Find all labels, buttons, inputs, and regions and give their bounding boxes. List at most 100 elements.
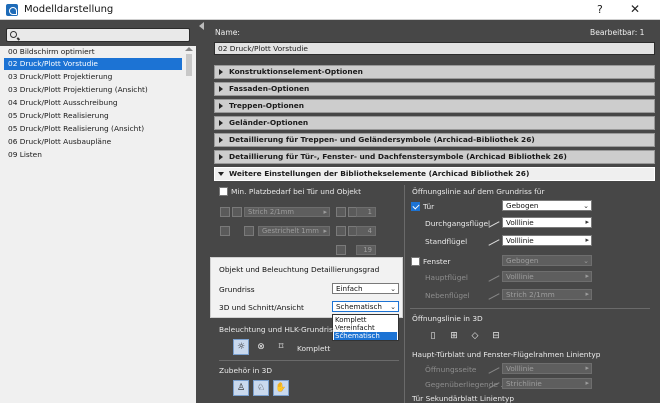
- 3d-section-select[interactable]: Schematisch ⌄: [332, 301, 399, 312]
- column-divider: [404, 185, 405, 403]
- pen-number-field: 19: [356, 245, 376, 255]
- opposite-side-linetype: Strichlinie: [502, 378, 592, 389]
- accessory-icon[interactable]: ✋: [273, 380, 289, 396]
- section-label: Detaillierung für Treppen- und Geländers…: [229, 135, 535, 144]
- section-label: Weitere Einstellungen der Bibliotheksele…: [229, 169, 530, 178]
- section-label: Treppen-Optionen: [229, 101, 305, 110]
- collapse-triangle-icon: [218, 172, 224, 176]
- section-door-window-detail[interactable]: Detaillierung für Tür-, Fenster- und Dac…: [214, 150, 655, 164]
- list-item[interactable]: 05 Druck/Plott Realisierung (Ansicht): [4, 123, 182, 135]
- title-bar: Modelldarstellung ? ✕: [0, 0, 660, 20]
- line-style-icon: [487, 271, 501, 281]
- door-select[interactable]: Gebogen ⌄: [502, 200, 592, 211]
- min-frame-checkbox[interactable]: [219, 187, 228, 196]
- expand-triangle-icon: [219, 154, 223, 160]
- chevron-down-icon: ⌄: [583, 202, 589, 210]
- detail-level-panel: Objekt und Beleuchtung Detaillierungsgra…: [210, 257, 403, 318]
- expand-triangle-icon: [219, 137, 223, 143]
- section-library-settings[interactable]: Weitere Einstellungen der Bibliotheksele…: [214, 167, 655, 181]
- help-button[interactable]: ?: [597, 3, 603, 16]
- section-railing-options[interactable]: Geländer-Optionen: [214, 116, 655, 130]
- pass-wing-linetype[interactable]: Volllinie: [502, 217, 592, 228]
- pen-number-field: 4: [356, 226, 376, 236]
- fixed-wing-linetype[interactable]: Volllinie: [502, 235, 592, 246]
- accessory-icon[interactable]: ♙: [233, 380, 249, 396]
- section-label: Geländer-Optionen: [229, 118, 309, 127]
- chevron-down-icon: ⌄: [583, 257, 589, 265]
- window-3d-icon[interactable]: ⊞: [446, 328, 462, 344]
- pen-icon: [336, 207, 346, 217]
- archicad-app-icon: [6, 4, 18, 16]
- divider: [219, 360, 399, 361]
- window-value: Gebogen: [506, 256, 539, 265]
- pen-icon: [220, 226, 230, 236]
- opening-side-linetype: Volllinie: [502, 363, 592, 374]
- list-item-selected[interactable]: 02 Druck/Plott Vorstudie: [4, 58, 182, 70]
- list-item[interactable]: 06 Druck/Plott Ausbaupläne: [4, 136, 182, 148]
- 3d-section-value: Schematisch: [336, 302, 382, 311]
- detail-level-title: Objekt und Beleuchtung Detaillierungsgra…: [219, 265, 380, 274]
- list-item[interactable]: 04 Druck/Plott Ausschreibung: [4, 97, 182, 109]
- divider: [410, 308, 650, 309]
- book-3d-icon[interactable]: ⊟: [488, 328, 504, 344]
- scroll-up-icon[interactable]: [185, 47, 193, 51]
- floor-plan-select[interactable]: Einfach ⌄: [332, 283, 399, 294]
- section-label: Detaillierung für Tür-, Fenster- und Dac…: [229, 152, 567, 161]
- pen-icon: [336, 226, 346, 236]
- list-scrollbar[interactable]: [184, 46, 194, 403]
- expand-triangle-icon: [219, 69, 223, 75]
- line-icon: [232, 207, 242, 217]
- list-item[interactable]: 03 Druck/Plott Projektierung (Ansicht): [4, 84, 182, 96]
- window-title: Modelldarstellung: [24, 4, 114, 15]
- chevron-down-icon: ⌄: [390, 303, 396, 311]
- line-type-stroke-field: Strich 2/1mm: [244, 207, 330, 217]
- section-construction-options[interactable]: Konstruktionselement-Optionen: [214, 65, 655, 79]
- window-label: Fenster: [423, 257, 451, 266]
- lamp-icon[interactable]: ☼: [233, 339, 249, 355]
- side-wing-linetype: Strich 2/1mm: [502, 289, 592, 300]
- floor-plan-label: Grundriss: [219, 285, 255, 294]
- list-item[interactable]: 03 Druck/Plott Projektierung: [4, 71, 182, 83]
- name-field[interactable]: 02 Druck/Plott Vorstudie: [214, 42, 655, 55]
- list-item[interactable]: 09 Listen: [4, 149, 182, 161]
- expand-triangle-icon: [219, 103, 223, 109]
- section-stair-railing-detail[interactable]: Detaillierung für Treppen- und Geländers…: [214, 133, 655, 147]
- section-facade-options[interactable]: Fassaden-Optionen: [214, 82, 655, 96]
- floor-plan-value: Einfach: [336, 284, 363, 293]
- line-style-icon: [487, 363, 501, 373]
- lighting-label: Beleuchtung und HLK-Grundrisssym: [219, 325, 353, 334]
- main-wing-label: Hauptflügel: [425, 273, 468, 282]
- search-input[interactable]: [6, 28, 190, 42]
- expand-triangle-icon: [219, 120, 223, 126]
- skylight-3d-icon[interactable]: ◇: [467, 328, 483, 344]
- x-circle-icon[interactable]: ⊗: [253, 339, 269, 355]
- list-item[interactable]: 05 Druck/Plott Realisierung: [4, 110, 182, 122]
- search-icon: [10, 31, 17, 38]
- accessory-icon[interactable]: ♘: [253, 380, 269, 396]
- door-value: Gebogen: [506, 201, 539, 210]
- frame-icon[interactable]: ⌑: [273, 339, 289, 355]
- window-select: Gebogen ⌄: [502, 255, 592, 266]
- line-type-dashed-field: Gestrichelt 1mm: [258, 226, 330, 236]
- min-frame-label: Min. Platzbedarf bei Tür und Objekt: [231, 187, 361, 196]
- dropdown-option[interactable]: Komplett: [334, 316, 397, 324]
- scroll-thumb[interactable]: [186, 54, 192, 76]
- frame-linetype-title: Haupt-Türblatt und Fenster-Flügelrahmen …: [412, 350, 601, 359]
- opening-line-title: Öffnungslinie auf dem Grundriss für: [412, 187, 545, 196]
- chevron-down-icon: ⌄: [390, 285, 396, 293]
- fixed-wing-label: Standflügel: [425, 237, 468, 246]
- close-button[interactable]: ✕: [630, 2, 640, 16]
- list-item[interactable]: 00 Bildschirm optimiert: [4, 46, 182, 58]
- opening-side-label: Öffnungsseite: [425, 365, 477, 374]
- accessories-label: Zubehör in 3D: [219, 366, 273, 375]
- pass-wing-label: Durchgangsflügel: [425, 219, 491, 228]
- line-style-icon: [487, 235, 501, 245]
- door-3d-icon[interactable]: ▯: [425, 328, 441, 344]
- collapse-panel-icon[interactable]: [199, 22, 204, 30]
- window-checkbox[interactable]: [411, 257, 420, 266]
- section-stair-options[interactable]: Treppen-Optionen: [214, 99, 655, 113]
- line-style-icon: [487, 289, 501, 299]
- secondary-leaf-title: Tür Sekundärblatt Linientyp: [412, 394, 515, 403]
- main-wing-linetype: Volllinie: [502, 271, 592, 282]
- door-checkbox[interactable]: [411, 202, 420, 211]
